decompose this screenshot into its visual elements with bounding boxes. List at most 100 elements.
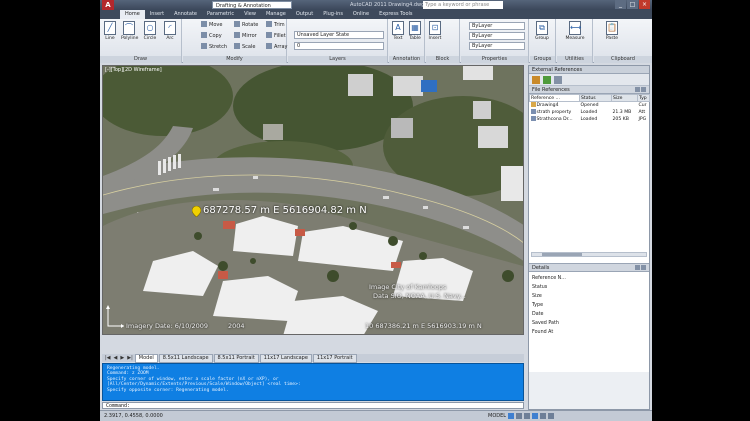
attach-dwg-icon[interactable] bbox=[532, 75, 540, 84]
workspace-icon[interactable] bbox=[548, 413, 554, 419]
modify-panel: Move Rotate Trim Copy Mirror Fillet Stre… bbox=[183, 19, 287, 63]
image-file-icon bbox=[530, 116, 536, 121]
last-layout-button[interactable]: ▶| bbox=[126, 355, 134, 361]
tab-model[interactable]: Model bbox=[134, 353, 158, 363]
command-line: Specify opposite corner: Regenerating mo… bbox=[107, 387, 229, 393]
grid-toggle-icon[interactable] bbox=[516, 413, 522, 419]
scale-label: Scale bbox=[242, 44, 256, 50]
refresh-icon[interactable] bbox=[543, 75, 551, 84]
viewport-controls-label[interactable]: [-][Top][2D Wireframe] bbox=[105, 67, 162, 73]
layer-select[interactable]: 0 bbox=[294, 42, 384, 50]
mirror-tool[interactable]: Mirror bbox=[234, 32, 257, 40]
window-title: AutoCAD 2011 Drawing4.dwg bbox=[350, 2, 425, 8]
ribbon-tab-bar: Home Insert Annotate Parametric View Man… bbox=[100, 10, 652, 19]
model-space-button[interactable]: MODEL bbox=[488, 411, 506, 421]
status-bar: 2.3917, 0.4558, 0.0000 MODEL bbox=[100, 410, 652, 421]
ortho-toggle-icon[interactable] bbox=[524, 413, 530, 419]
move-tool[interactable]: Move bbox=[201, 21, 222, 29]
search-input[interactable]: Type a keyword or phrase bbox=[423, 1, 503, 9]
insert-block-tool[interactable]: ⊡ Insert bbox=[427, 21, 443, 41]
group-tool[interactable]: ⧉ Group bbox=[534, 21, 550, 41]
tab-8x11-portrait[interactable]: 8.5x11 Portrait bbox=[213, 353, 259, 363]
copy-icon bbox=[201, 32, 207, 38]
copy-tool[interactable]: Copy bbox=[201, 32, 222, 40]
close-button[interactable]: × bbox=[639, 0, 650, 9]
minimize-button[interactable]: _ bbox=[615, 0, 626, 9]
type-cell: Cur bbox=[638, 102, 647, 108]
tab-online[interactable]: Online bbox=[348, 10, 374, 19]
measure-tool[interactable]: ⟷ Measure bbox=[563, 21, 587, 41]
tab-insert[interactable]: Insert bbox=[145, 10, 169, 19]
tab-parametric[interactable]: Parametric bbox=[202, 10, 239, 19]
drawing-viewport[interactable]: [-][Top][2D Wireframe] 687278.57 m E 561… bbox=[102, 65, 524, 335]
tab-view[interactable]: View bbox=[239, 10, 261, 19]
tree-view-icon[interactable] bbox=[641, 87, 646, 92]
maximize-button[interactable]: □ bbox=[627, 0, 638, 9]
array-tool[interactable]: Array bbox=[266, 43, 287, 51]
table-row[interactable]: strath property Loaded 21.3 MB Att bbox=[530, 109, 650, 116]
column-type[interactable]: Typ bbox=[637, 94, 650, 102]
stretch-tool[interactable]: Stretch bbox=[201, 43, 227, 51]
properties-panel-label: Properties bbox=[461, 56, 528, 63]
layers-panel-label: Layers bbox=[288, 56, 387, 63]
snap-toggle-icon[interactable] bbox=[508, 413, 514, 419]
move-label: Move bbox=[209, 22, 223, 28]
fillet-label: Fillet bbox=[274, 33, 286, 39]
clipboard-panel-label: Clipboard bbox=[594, 56, 652, 63]
scrollbar-thumb[interactable] bbox=[542, 253, 582, 256]
first-layout-button[interactable]: |◀ bbox=[104, 355, 112, 361]
scale-tool[interactable]: Scale bbox=[234, 43, 255, 51]
table-label: Table bbox=[409, 36, 421, 41]
help-icon[interactable] bbox=[554, 75, 562, 84]
command-input[interactable]: Command: bbox=[102, 402, 524, 409]
workspace-select[interactable]: Drafting & Annotation bbox=[212, 1, 292, 9]
group-label: Group bbox=[535, 36, 549, 41]
detail-field: Found At bbox=[532, 330, 554, 335]
size-cell: 21.3 MB bbox=[612, 109, 632, 115]
horizontal-scrollbar[interactable] bbox=[531, 252, 647, 257]
trim-tool[interactable]: Trim bbox=[266, 21, 285, 29]
tab-8x11-landscape[interactable]: 8.5x11 Landscape bbox=[158, 353, 213, 363]
polyline-tool[interactable]: ⌒ Polyline bbox=[121, 21, 138, 41]
tab-output[interactable]: Output bbox=[291, 10, 318, 19]
tab-11x17-landscape[interactable]: 11x17 Landscape bbox=[259, 353, 312, 363]
text-tool[interactable]: A Text bbox=[390, 21, 406, 41]
column-size[interactable]: Size bbox=[611, 94, 638, 102]
lineweight-select[interactable]: ByLayer bbox=[469, 42, 525, 50]
image-file-icon bbox=[530, 109, 536, 114]
paste-tool[interactable]: 📋 Paste bbox=[604, 21, 620, 41]
drawing-file-icon bbox=[530, 102, 536, 108]
preview-view-icon[interactable] bbox=[641, 265, 646, 270]
tab-manage[interactable]: Manage bbox=[261, 10, 291, 19]
column-reference-name[interactable]: Reference ... bbox=[529, 94, 580, 102]
linetype-select[interactable]: ByLayer bbox=[469, 32, 525, 40]
table-row[interactable]: Drawing4 Opened Cur bbox=[530, 102, 650, 109]
tab-home[interactable]: Home bbox=[120, 10, 145, 19]
circle-tool[interactable]: ○ Circle bbox=[142, 21, 158, 41]
line-tool[interactable]: ╱ Line bbox=[102, 21, 118, 41]
previous-layout-button[interactable]: ◀ bbox=[113, 355, 119, 361]
arc-tool[interactable]: ◜ Arc bbox=[162, 21, 178, 41]
layer-state-select[interactable]: Unsaved Layer State bbox=[294, 31, 384, 39]
table-row[interactable]: Strathcona Dr... Loaded 205 KB JPG bbox=[530, 116, 650, 123]
osnap-toggle-icon[interactable] bbox=[540, 413, 546, 419]
column-status[interactable]: Status bbox=[579, 94, 612, 102]
rotate-tool[interactable]: Rotate bbox=[234, 21, 258, 29]
tab-plug-ins[interactable]: Plug-ins bbox=[318, 10, 348, 19]
fillet-tool[interactable]: Fillet bbox=[266, 32, 286, 40]
polar-toggle-icon[interactable] bbox=[532, 413, 538, 419]
trim-icon bbox=[266, 21, 272, 27]
circle-label: Circle bbox=[143, 36, 157, 41]
file-references-label: File References bbox=[532, 87, 570, 93]
list-view-icon[interactable] bbox=[635, 87, 640, 92]
application-menu-button[interactable]: A bbox=[102, 0, 114, 10]
tab-express-tools[interactable]: Express Tools bbox=[374, 10, 417, 19]
tab-11x17-portrait[interactable]: 11x17 Portrait bbox=[312, 353, 357, 363]
data-attribution: Data SIO, NOAA, U.S. Navy... bbox=[373, 292, 466, 300]
details-view-icon[interactable] bbox=[635, 265, 640, 270]
next-layout-button[interactable]: ▶ bbox=[119, 355, 125, 361]
color-select[interactable]: ByLayer bbox=[469, 22, 525, 30]
table-tool[interactable]: ▦ Table bbox=[407, 21, 423, 41]
tab-annotate[interactable]: Annotate bbox=[169, 10, 202, 19]
line-label: Line bbox=[105, 36, 115, 41]
